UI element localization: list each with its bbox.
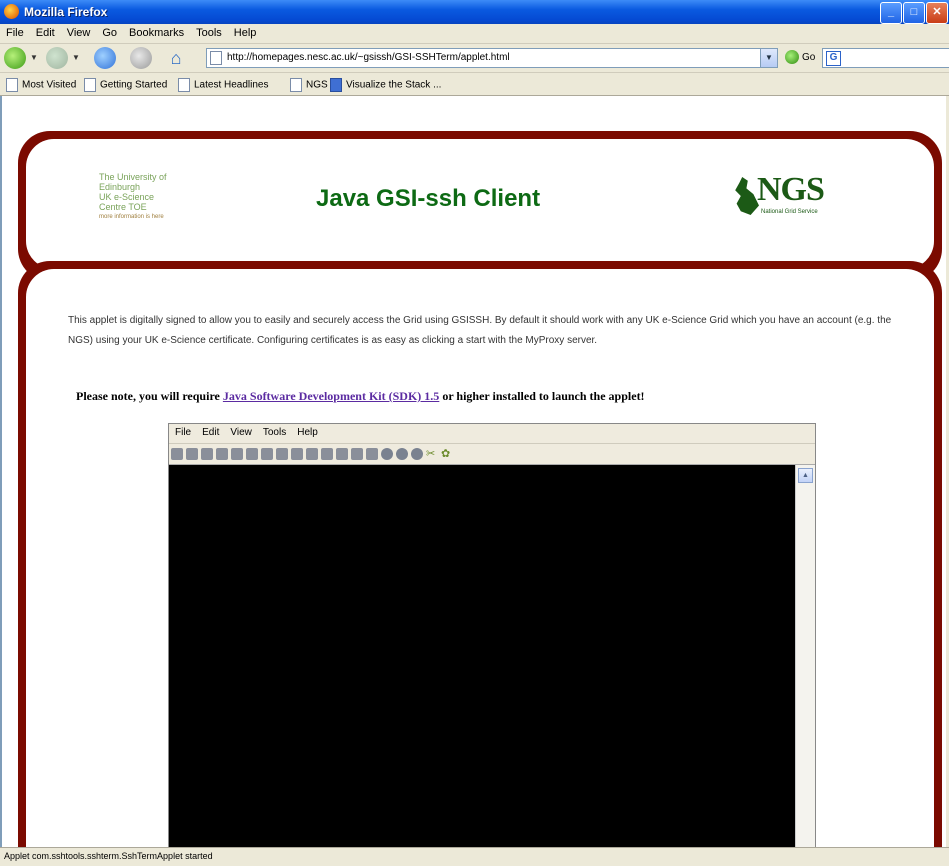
stop-button[interactable] <box>130 47 152 69</box>
lock-icon[interactable] <box>366 448 378 460</box>
status-text: Applet com.sshtools.sshterm.SshTermApple… <box>4 851 213 861</box>
record-icon[interactable] <box>321 448 333 460</box>
url-dropdown-icon[interactable]: ▼ <box>760 49 777 67</box>
maximize-button[interactable]: □ <box>903 2 925 24</box>
scroll-up-icon[interactable]: ▲ <box>798 468 813 483</box>
find-icon[interactable] <box>306 448 318 460</box>
back-dropdown-icon[interactable]: ▼ <box>30 53 38 62</box>
intro-paragraph: This applet is digitally signed to allow… <box>68 315 892 346</box>
stop-record-icon[interactable] <box>336 448 348 460</box>
header-panel: The University of Edinburgh UK e-Science… <box>26 139 934 269</box>
menu-file[interactable]: File <box>0 24 30 39</box>
page-content: The University of Edinburgh UK e-Science… <box>0 96 949 847</box>
menu-go[interactable]: Go <box>96 24 123 39</box>
menu-edit[interactable]: Edit <box>30 24 61 39</box>
forward-button[interactable] <box>46 47 68 69</box>
reload-button[interactable] <box>94 47 116 69</box>
page-title: Java GSI-ssh Client <box>316 185 541 212</box>
home-button[interactable]: ⌂ <box>164 47 188 69</box>
navigation-toolbar: ▼ ▼ ⌂ http://homepages.nesc.ac.uk/~gsiss… <box>0 44 949 73</box>
url-text: http://homepages.nesc.ac.uk/~gsissh/GSI-… <box>227 52 510 63</box>
disconnect-icon[interactable] <box>201 448 213 460</box>
applet-menu-file[interactable]: File <box>169 424 196 438</box>
applet-toolbar: ✂ ✿ <box>169 444 815 465</box>
status-bar: Applet com.sshtools.sshterm.SshTermApple… <box>0 847 949 866</box>
playback-icon[interactable] <box>351 448 363 460</box>
firefox-icon <box>4 4 19 19</box>
go-label[interactable]: Go <box>802 52 815 63</box>
ngs-logo-subtitle: National Grid Service <box>761 209 818 215</box>
clear-icon[interactable] <box>291 448 303 460</box>
bookmark-visualize[interactable]: Visualize the Stack ... <box>330 78 441 92</box>
bookmark-label: Latest Headlines <box>194 79 269 91</box>
menu-tools[interactable]: Tools <box>190 24 228 39</box>
java-sdk-link[interactable]: Java Software Development Kit (SDK) 1.5 <box>223 389 439 403</box>
google-icon[interactable]: G <box>826 51 841 66</box>
menu-view[interactable]: View <box>61 24 97 39</box>
ngs-logo: NGS National Grid Service <box>731 171 866 221</box>
properties-icon[interactable] <box>246 448 258 460</box>
note-prefix: Please note, you will require <box>76 389 223 403</box>
tunnel-icon[interactable] <box>381 448 393 460</box>
connect-icon[interactable] <box>171 448 183 460</box>
go-button[interactable] <box>785 50 799 64</box>
bookmark-label: Getting Started <box>100 79 168 91</box>
note-suffix: or higher installed to launch the applet… <box>439 389 645 403</box>
ngs-logo-text: NGS <box>757 171 825 208</box>
bookmarks-toolbar: Most Visited Getting Started Latest Head… <box>0 73 949 96</box>
bookmark-label: NGS <box>306 79 328 91</box>
copy-icon[interactable] <box>261 448 273 460</box>
print-icon[interactable] <box>231 448 243 460</box>
page-icon <box>178 78 190 92</box>
logo-line: UK e-Science <box>99 192 155 202</box>
session-icon[interactable] <box>411 448 423 460</box>
applet-menu-edit[interactable]: Edit <box>196 424 224 438</box>
bookmark-label: Visualize the Stack ... <box>346 79 442 91</box>
page-icon <box>290 78 302 92</box>
bookmark-getting-started[interactable]: Getting Started <box>84 78 167 92</box>
logo-line: more information is here <box>99 214 164 220</box>
terminal-scrollbar[interactable]: ▲ <box>795 465 815 847</box>
open-icon[interactable] <box>186 448 198 460</box>
forward-dropdown-icon[interactable]: ▼ <box>72 53 80 62</box>
uk-map-icon <box>735 177 759 215</box>
body-panel: This applet is digitally signed to allow… <box>26 269 934 847</box>
paste-icon[interactable] <box>276 448 288 460</box>
page-icon <box>210 51 222 65</box>
sftp-icon[interactable] <box>396 448 408 460</box>
minimize-button[interactable]: _ <box>880 2 902 24</box>
ssh-applet[interactable]: File Edit View Tools Help ✂ ✿ ▲ <box>168 423 816 847</box>
logo-line: The University of Edinburgh <box>99 172 167 192</box>
bookmark-blue-icon <box>330 78 342 92</box>
logo-line: Centre TOE <box>99 202 147 212</box>
page-icon <box>6 78 18 92</box>
page-icon <box>84 78 96 92</box>
menu-bar: File Edit View Go Bookmarks Tools Help <box>0 24 949 44</box>
bookmark-ngs[interactable]: NGS <box>290 78 328 92</box>
terminal-area[interactable] <box>169 465 795 847</box>
bookmark-most-visited[interactable]: Most Visited <box>6 78 76 92</box>
body-frame: This applet is digitally signed to allow… <box>18 261 942 847</box>
bookmark-label: Most Visited <box>22 79 77 91</box>
url-input[interactable]: http://homepages.nesc.ac.uk/~gsissh/GSI-… <box>206 48 778 68</box>
applet-menu-bar: File Edit View Tools Help <box>169 424 815 444</box>
search-input[interactable]: G <box>822 48 949 68</box>
university-logo: The University of Edinburgh UK e-Science… <box>99 172 199 222</box>
requirements-note: Please note, you will require Java Softw… <box>76 389 645 404</box>
menu-help[interactable]: Help <box>228 24 263 39</box>
bookmark-latest-headlines[interactable]: Latest Headlines <box>178 78 269 92</box>
applet-menu-help[interactable]: Help <box>291 424 323 438</box>
window-title: Mozilla Firefox <box>24 5 108 19</box>
header-frame: The University of Edinburgh UK e-Science… <box>18 131 942 281</box>
applet-menu-tools[interactable]: Tools <box>257 424 291 438</box>
back-button[interactable] <box>4 47 26 69</box>
close-button[interactable]: ✕ <box>926 2 948 24</box>
window-titlebar: Mozilla Firefox _ □ ✕ <box>0 0 949 24</box>
save-icon[interactable] <box>216 448 228 460</box>
keys-icon[interactable]: ✿ <box>441 448 453 460</box>
menu-bookmarks[interactable]: Bookmarks <box>123 24 190 39</box>
applet-menu-view[interactable]: View <box>224 424 257 438</box>
tools-icon[interactable]: ✂ <box>426 448 438 460</box>
